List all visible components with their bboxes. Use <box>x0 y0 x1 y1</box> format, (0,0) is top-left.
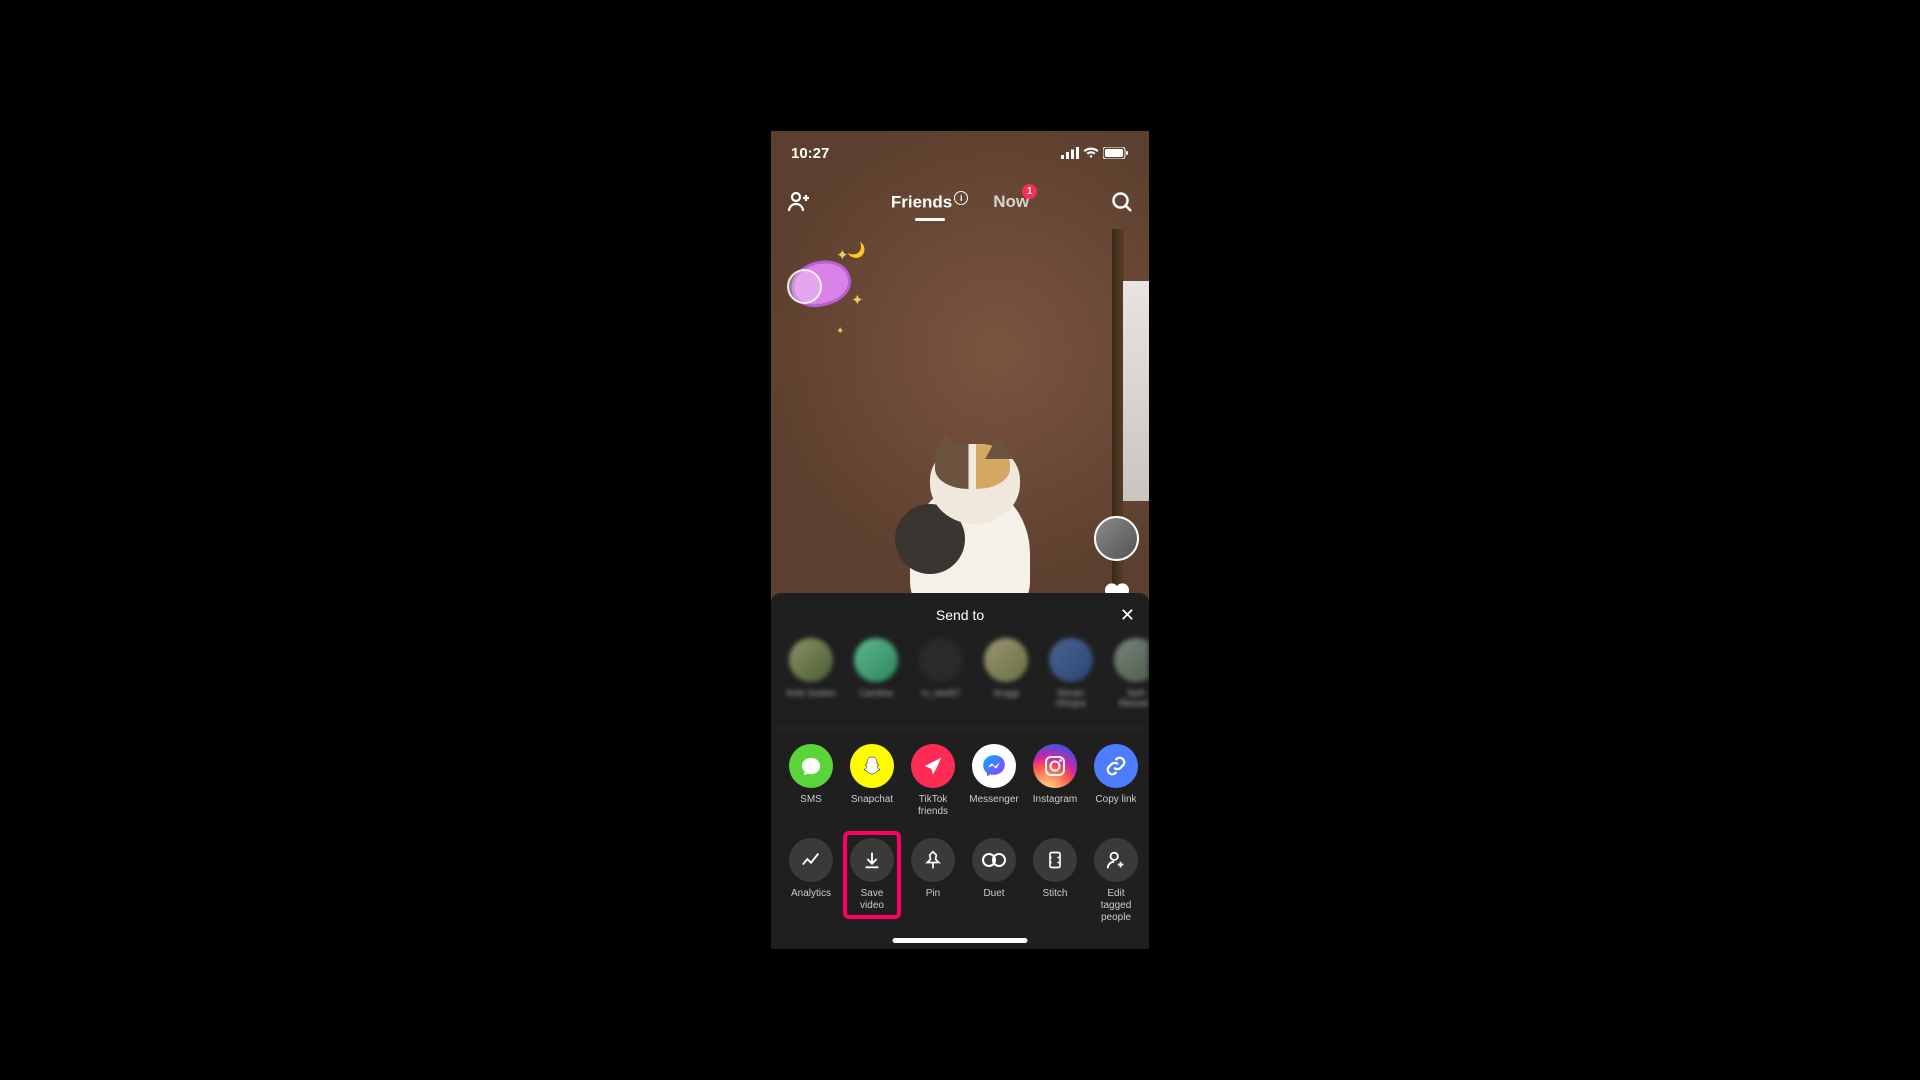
app-label: Snapchat <box>851 794 893 806</box>
action-label: Save video <box>850 888 894 912</box>
share-action-stitch[interactable]: Stitch <box>1033 838 1077 924</box>
share-contacts-row[interactable]: Artie Seaton Carolina m_neel67 druggi Renan … <box>771 633 1149 729</box>
status-indicators <box>1061 147 1129 159</box>
share-app-instagram[interactable]: Instagram <box>1033 744 1077 818</box>
contact-avatar <box>984 638 1028 682</box>
contact-avatar <box>789 638 833 682</box>
video-subject-cat <box>870 394 1070 619</box>
share-contact[interactable]: Seth Massaro <box>1111 638 1149 708</box>
creator-avatar[interactable] <box>1094 516 1139 561</box>
share-action-analytics[interactable]: Analytics <box>789 838 833 924</box>
share-contact[interactable]: Renan Dhogra <box>1046 638 1096 708</box>
video-sticker-space-cat: 🌙 ✦ ✦ ✦ <box>781 241 871 321</box>
tab-friends[interactable]: Friendsi <box>891 191 968 213</box>
contact-avatar <box>1114 638 1149 682</box>
pin-icon <box>911 838 955 882</box>
contact-name-label: m_neel67 <box>921 688 961 698</box>
contact-name-label: Seth Massaro <box>1111 688 1149 708</box>
now-badge: 1 <box>1022 184 1037 199</box>
share-action-duet[interactable]: Duet <box>972 838 1016 924</box>
share-action-save-video[interactable]: Save video <box>850 838 894 924</box>
app-label: Copy link <box>1095 794 1136 806</box>
contact-name-label: Renan Dhogra <box>1046 688 1096 708</box>
share-action-pin[interactable]: Pin <box>911 838 955 924</box>
action-label: Pin <box>926 888 940 900</box>
share-contact[interactable]: Carolina <box>851 638 901 708</box>
video-detail-bag <box>1123 281 1149 501</box>
home-indicator[interactable] <box>893 938 1028 943</box>
share-app-snapchat[interactable]: Snapchat <box>850 744 894 818</box>
action-label: Stitch <box>1042 888 1067 900</box>
top-nav: Friendsi Now 1 <box>771 175 1149 229</box>
phone-screen: 🌙 ✦ ✦ ✦ 10:27 <box>771 131 1149 949</box>
share-apps-row: SMS Snapchat TikTok friends Messenger Instag… <box>771 729 1149 823</box>
signal-icon <box>1061 147 1079 159</box>
battery-icon <box>1103 147 1129 159</box>
share-action-edit-tagged[interactable]: Edit tagged people <box>1094 838 1138 924</box>
tab-friends-label: Friends <box>891 193 952 212</box>
copy-link-icon <box>1094 744 1138 788</box>
app-label: Instagram <box>1033 794 1077 806</box>
share-contact[interactable]: Artie Seaton <box>786 638 836 708</box>
contact-avatar <box>919 638 963 682</box>
search-icon[interactable] <box>1110 190 1134 214</box>
stitch-icon <box>1033 838 1077 882</box>
info-icon[interactable]: i <box>954 191 968 205</box>
instagram-icon <box>1033 744 1077 788</box>
status-bar: 10:27 <box>771 131 1149 175</box>
contact-name-label: druggi <box>993 688 1018 698</box>
share-contact[interactable]: druggi <box>981 638 1031 708</box>
sms-icon <box>789 744 833 788</box>
share-sheet-title: Send to <box>936 607 984 623</box>
share-actions-row: Analytics Save video Pin Duet Stitch Edit tag… <box>771 823 1149 929</box>
analytics-icon <box>789 838 833 882</box>
close-icon[interactable]: ✕ <box>1120 605 1135 626</box>
contact-name-label: Artie Seaton <box>786 688 836 698</box>
contact-avatar <box>854 638 898 682</box>
share-sheet: Send to ✕ Artie Seaton Carolina m_neel67 dr… <box>771 593 1149 949</box>
share-app-copy-link[interactable]: Copy link <box>1094 744 1138 818</box>
status-time: 10:27 <box>791 145 829 162</box>
snapchat-icon <box>850 744 894 788</box>
share-app-tiktok-friends[interactable]: TikTok friends <box>911 744 955 818</box>
duet-icon <box>972 838 1016 882</box>
edit-tagged-icon <box>1094 838 1138 882</box>
messenger-icon <box>972 744 1016 788</box>
add-friend-icon[interactable] <box>786 190 810 214</box>
save-video-icon <box>850 838 894 882</box>
contact-name-label: Carolina <box>859 688 893 698</box>
action-label: Duet <box>983 888 1004 900</box>
share-app-sms[interactable]: SMS <box>789 744 833 818</box>
share-app-messenger[interactable]: Messenger <box>972 744 1016 818</box>
tiktok-friends-icon <box>911 744 955 788</box>
tab-now[interactable]: Now 1 <box>993 192 1029 212</box>
app-label: SMS <box>800 794 822 806</box>
share-contact[interactable]: m_neel67 <box>916 638 966 708</box>
contact-avatar <box>1049 638 1093 682</box>
app-label: TikTok friends <box>911 794 955 818</box>
action-label: Edit tagged people <box>1094 888 1138 924</box>
app-label: Messenger <box>969 794 1018 806</box>
wifi-icon <box>1083 147 1099 159</box>
action-label: Analytics <box>791 888 831 900</box>
